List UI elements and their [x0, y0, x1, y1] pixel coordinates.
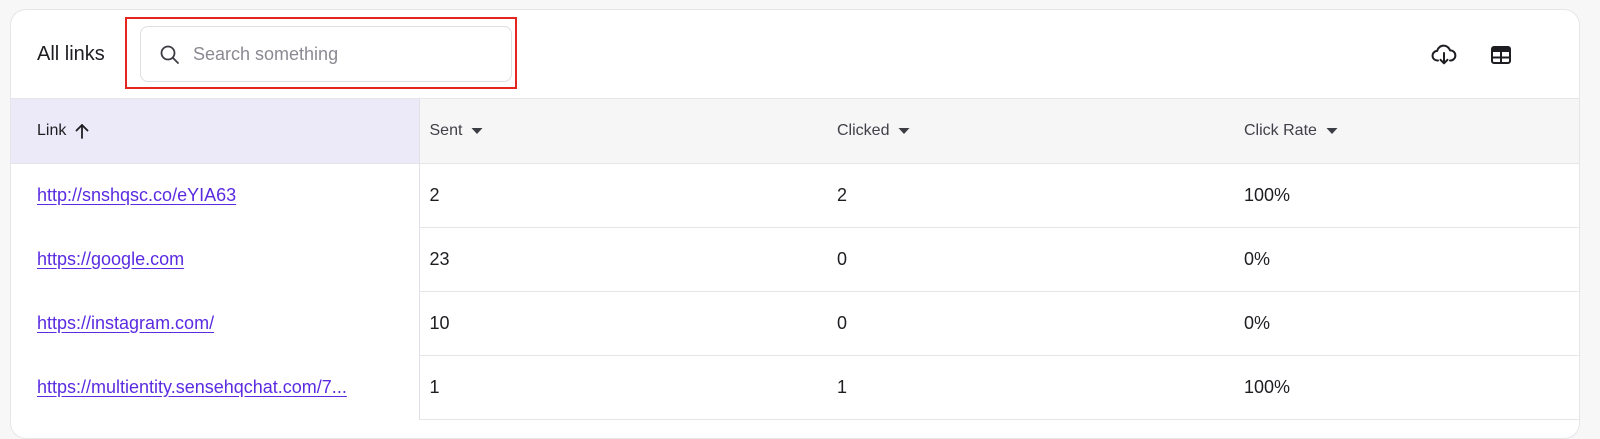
links-table: Link Sent Clicked Click Rate http://snsh… — [11, 99, 1579, 420]
clicked-cell: 2 — [827, 163, 1234, 228]
link-url[interactable]: https://multientity.sensehqchat.com/7... — [37, 377, 393, 398]
cloud-download-icon[interactable] — [1431, 42, 1457, 68]
sent-cell: 1 — [419, 355, 827, 420]
clicked-cell: 0 — [827, 291, 1234, 356]
table-row: https://instagram.com/ 10 0 0% — [11, 291, 1579, 356]
sort-ascending-icon — [75, 123, 89, 139]
search-box[interactable] — [140, 26, 512, 82]
caret-down-icon — [471, 127, 483, 134]
click-rate-cell: 100% — [1234, 355, 1579, 420]
table-row: http://snshqsc.co/eYIA63 2 2 100% — [11, 163, 1579, 228]
sent-cell: 2 — [419, 163, 827, 228]
column-header-link[interactable]: Link — [11, 99, 420, 164]
search-input[interactable] — [193, 27, 503, 81]
table-header-row: Link Sent Clicked Click Rate — [11, 99, 1579, 164]
column-header-sent[interactable]: Sent — [419, 99, 827, 164]
links-toolbar: All links — [11, 10, 1579, 99]
sent-cell: 10 — [419, 291, 827, 356]
column-header-clicked[interactable]: Clicked — [827, 99, 1234, 164]
clicked-cell: 0 — [827, 227, 1234, 292]
clicked-cell: 1 — [827, 355, 1234, 420]
links-card: All links Link — [10, 9, 1580, 439]
link-cell: https://google.com — [11, 227, 420, 291]
column-header-click-rate[interactable]: Click Rate — [1234, 99, 1579, 164]
link-cell: https://instagram.com/ — [11, 291, 420, 355]
link-url[interactable]: http://snshqsc.co/eYIA63 — [37, 185, 393, 206]
table-columns-icon[interactable] — [1488, 42, 1514, 68]
column-header-label: Sent — [429, 121, 463, 139]
link-cell: https://multientity.sensehqchat.com/7... — [11, 355, 420, 419]
column-header-label: Clicked — [837, 121, 890, 139]
caret-down-icon — [898, 127, 910, 134]
page-title: All links — [37, 43, 105, 65]
click-rate-cell: 0% — [1234, 291, 1579, 356]
column-header-label: Link — [37, 121, 67, 139]
column-header-label: Click Rate — [1244, 121, 1317, 139]
table-row: https://multientity.sensehqchat.com/7...… — [11, 355, 1579, 420]
link-url[interactable]: https://instagram.com/ — [37, 313, 393, 334]
link-url[interactable]: https://google.com — [37, 249, 393, 270]
click-rate-cell: 0% — [1234, 227, 1579, 292]
search-icon — [160, 45, 179, 64]
link-cell: http://snshqsc.co/eYIA63 — [11, 163, 420, 227]
table-row: https://google.com 23 0 0% — [11, 227, 1579, 292]
click-rate-cell: 100% — [1234, 163, 1579, 228]
caret-down-icon — [1326, 127, 1338, 134]
sent-cell: 23 — [419, 227, 827, 292]
